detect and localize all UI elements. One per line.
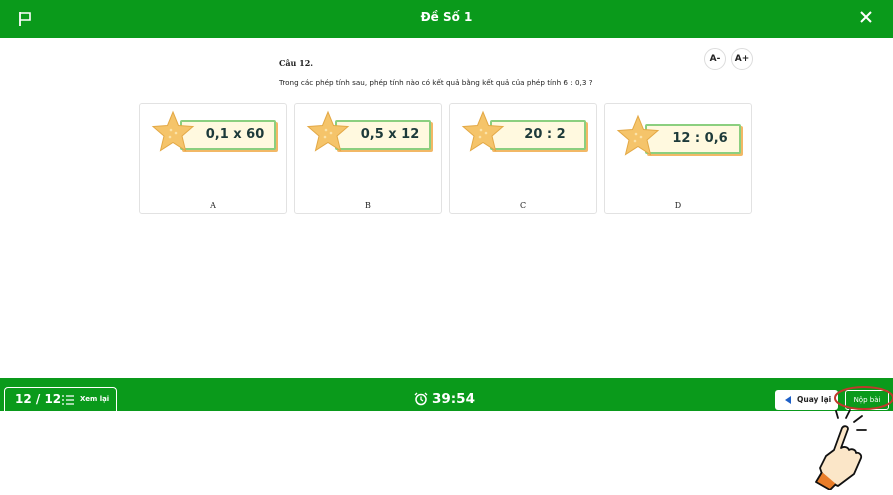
alarm-clock-icon [414, 392, 428, 406]
star-icon [306, 110, 350, 152]
option-card-c[interactable]: 20 : 2 C [449, 103, 597, 214]
star-icon [461, 110, 505, 152]
option-card-b[interactable]: 0,5 x 12 B [294, 103, 442, 214]
list-icon [62, 395, 74, 405]
back-button-label: Quay lại [797, 395, 832, 404]
review-toggle[interactable]: 12 / 12 Xem lại [4, 387, 117, 411]
review-label: Xem lại [80, 395, 110, 403]
question-label: Câu 12. [279, 58, 314, 68]
page-title: Đề Số 1 [420, 10, 473, 24]
font-increase-button[interactable]: A+ [731, 48, 753, 70]
option-letter: B [365, 201, 371, 210]
bottom-bar: 12 / 12 Xem lại 39:54 Quay lại Nộp bài [0, 378, 893, 411]
pointing-hand-icon [815, 409, 867, 490]
option-letter: A [210, 201, 216, 210]
option-card-a[interactable]: 0,1 x 60 A [139, 103, 287, 214]
answer-badge: 12 : 0,6 [615, 114, 745, 158]
timer: 39:54 [414, 391, 475, 407]
star-icon [151, 110, 195, 152]
back-button[interactable]: Quay lại [775, 390, 838, 410]
answer-badge: 0,5 x 12 [305, 110, 435, 154]
answer-badge: 0,1 x 60 [150, 110, 280, 154]
option-letter: C [519, 201, 527, 210]
highlight-ellipse [834, 386, 893, 410]
question-text: Trong các phép tính sau, phép tính nào c… [279, 78, 593, 87]
close-icon[interactable] [859, 10, 873, 24]
star-icon [616, 114, 660, 156]
font-decrease-button[interactable]: A- [704, 48, 726, 70]
option-letter: D [674, 201, 682, 210]
question-progress: 12 / 12 [15, 392, 62, 406]
option-card-d[interactable]: 12 : 0,6 D [604, 103, 752, 214]
top-bar: Đề Số 1 [0, 0, 893, 38]
timer-value: 39:54 [432, 391, 475, 407]
answer-badge: 20 : 2 [460, 110, 590, 154]
back-arrow-icon [785, 396, 791, 404]
